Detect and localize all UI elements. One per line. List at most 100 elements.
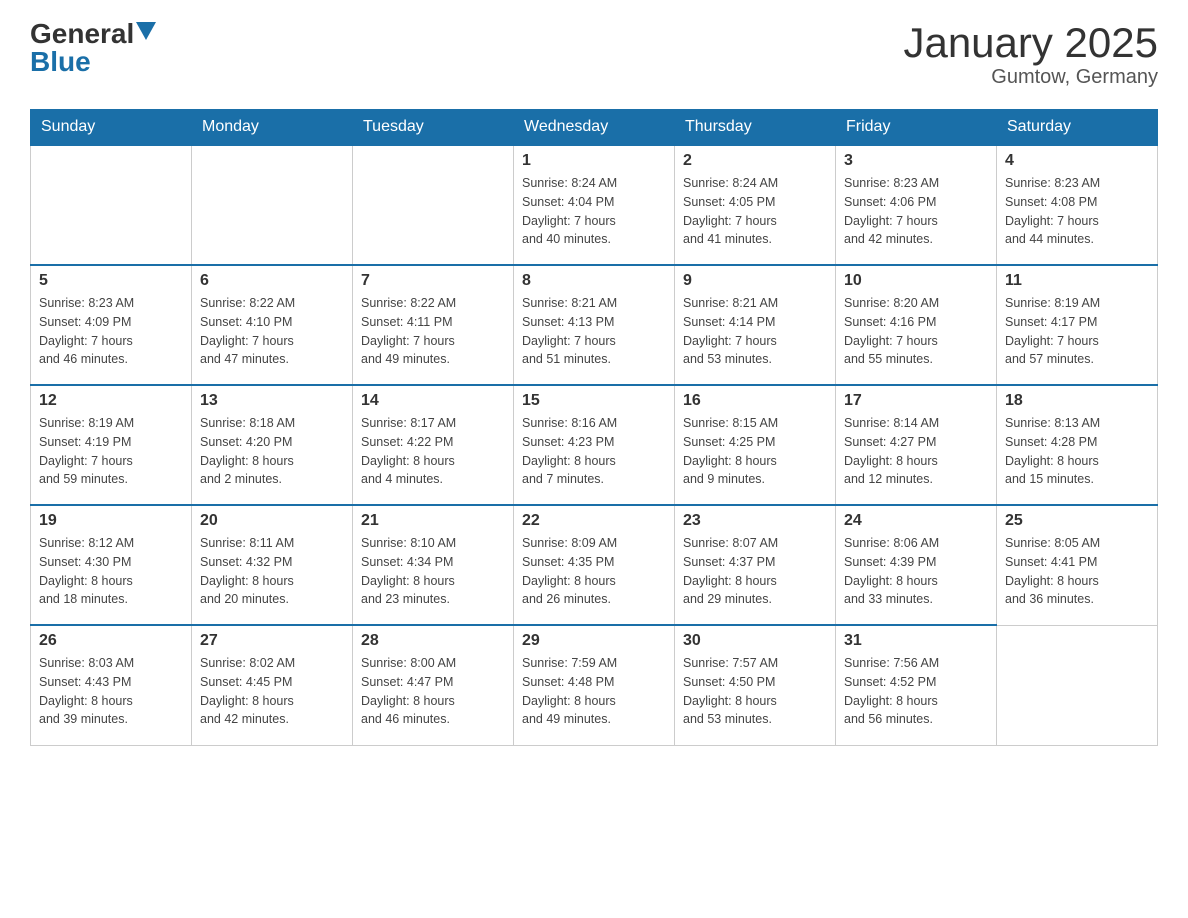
day-info: Sunrise: 8:22 AM Sunset: 4:10 PM Dayligh…	[200, 294, 344, 369]
day-info: Sunrise: 8:23 AM Sunset: 4:09 PM Dayligh…	[39, 294, 183, 369]
calendar-cell: 19 Sunrise: 8:12 AM Sunset: 4:30 PM Dayli…	[31, 505, 192, 625]
col-header-saturday: Saturday	[997, 110, 1158, 146]
day-number: 15	[522, 392, 666, 410]
day-number: 19	[39, 512, 183, 530]
day-number: 17	[844, 392, 988, 410]
day-number: 13	[200, 392, 344, 410]
calendar-cell: 2 Sunrise: 8:24 AM Sunset: 4:05 PM Daylig…	[675, 145, 836, 265]
calendar-header: SundayMondayTuesdayWednesdayThursdayFrid…	[31, 110, 1158, 146]
day-info: Sunrise: 8:02 AM Sunset: 4:45 PM Dayligh…	[200, 654, 344, 729]
day-info: Sunrise: 7:59 AM Sunset: 4:48 PM Dayligh…	[522, 654, 666, 729]
calendar-cell: 6Sunrise: 8:22 AM Sunset: 4:10 PM Daylig…	[192, 265, 353, 385]
day-info: Sunrise: 7:57 AM Sunset: 4:50 PM Dayligh…	[683, 654, 827, 729]
calendar-cell: 23 Sunrise: 8:07 AM Sunset: 4:37 PM Dayli…	[675, 505, 836, 625]
day-info: Sunrise: 8:11 AM Sunset: 4:32 PM Dayligh…	[200, 534, 344, 609]
day-number: 25	[1005, 512, 1149, 530]
day-info: Sunrise: 8:21 AM Sunset: 4:14 PM Dayligh…	[683, 294, 827, 369]
calendar-cell: 4 Sunrise: 8:23 AM Sunset: 4:08 PM Daylig…	[997, 145, 1158, 265]
day-number: 18	[1005, 392, 1149, 410]
day-number: 5	[39, 272, 183, 290]
calendar-cell: 8 Sunrise: 8:21 AM Sunset: 4:13 PM Daylig…	[514, 265, 675, 385]
page-header: General Blue January 2025 Gumtow, German…	[30, 20, 1158, 89]
day-number: 20	[200, 512, 344, 530]
calendar-cell: 22 Sunrise: 8:09 AM Sunset: 4:35 PM Dayli…	[514, 505, 675, 625]
calendar-cell: 26 Sunrise: 8:03 AM Sunset: 4:43 PM Dayli…	[31, 625, 192, 745]
calendar-cell: 12 Sunrise: 8:19 AM Sunset: 4:19 PM Dayli…	[31, 385, 192, 505]
day-number: 28	[361, 632, 505, 650]
day-info: Sunrise: 8:23 AM Sunset: 4:08 PM Dayligh…	[1005, 174, 1149, 249]
day-info: Sunrise: 8:24 AM Sunset: 4:04 PM Dayligh…	[522, 174, 666, 249]
calendar-cell: 25 Sunrise: 8:05 AM Sunset: 4:41 PM Dayli…	[997, 505, 1158, 625]
day-number: 23	[683, 512, 827, 530]
calendar-cell: 15 Sunrise: 8:16 AM Sunset: 4:23 PM Dayli…	[514, 385, 675, 505]
day-number: 14	[361, 392, 505, 410]
logo-general-text: General	[30, 20, 134, 48]
day-info: Sunrise: 8:09 AM Sunset: 4:35 PM Dayligh…	[522, 534, 666, 609]
day-info: Sunrise: 8:20 AM Sunset: 4:16 PM Dayligh…	[844, 294, 988, 369]
day-number: 16	[683, 392, 827, 410]
col-header-wednesday: Wednesday	[514, 110, 675, 146]
col-header-friday: Friday	[836, 110, 997, 146]
calendar-cell: 5 Sunrise: 8:23 AM Sunset: 4:09 PM Daylig…	[31, 265, 192, 385]
day-info: Sunrise: 8:03 AM Sunset: 4:43 PM Dayligh…	[39, 654, 183, 729]
day-info: Sunrise: 8:07 AM Sunset: 4:37 PM Dayligh…	[683, 534, 827, 609]
calendar-cell: 7Sunrise: 8:22 AM Sunset: 4:11 PM Daylig…	[353, 265, 514, 385]
calendar-cell: 28 Sunrise: 8:00 AM Sunset: 4:47 PM Dayli…	[353, 625, 514, 745]
day-info: Sunrise: 8:17 AM Sunset: 4:22 PM Dayligh…	[361, 414, 505, 489]
day-info: Sunrise: 8:10 AM Sunset: 4:34 PM Dayligh…	[361, 534, 505, 609]
calendar-cell: 9 Sunrise: 8:21 AM Sunset: 4:14 PM Daylig…	[675, 265, 836, 385]
day-info: Sunrise: 8:18 AM Sunset: 4:20 PM Dayligh…	[200, 414, 344, 489]
calendar-cell: 14 Sunrise: 8:17 AM Sunset: 4:22 PM Dayli…	[353, 385, 514, 505]
day-info: Sunrise: 8:15 AM Sunset: 4:25 PM Dayligh…	[683, 414, 827, 489]
calendar-cell	[997, 625, 1158, 745]
day-number: 9	[683, 272, 827, 290]
day-info: Sunrise: 8:19 AM Sunset: 4:17 PM Dayligh…	[1005, 294, 1149, 369]
day-info: Sunrise: 8:06 AM Sunset: 4:39 PM Dayligh…	[844, 534, 988, 609]
calendar-cell: 31Sunrise: 7:56 AM Sunset: 4:52 PM Dayli…	[836, 625, 997, 745]
day-number: 31	[844, 632, 988, 650]
day-number: 12	[39, 392, 183, 410]
calendar-cell	[353, 145, 514, 265]
calendar-cell: 11 Sunrise: 8:19 AM Sunset: 4:17 PM Dayli…	[997, 265, 1158, 385]
logo-triangle-icon	[136, 22, 156, 40]
day-number: 30	[683, 632, 827, 650]
day-info: Sunrise: 8:24 AM Sunset: 4:05 PM Dayligh…	[683, 174, 827, 249]
logo-blue-text: Blue	[30, 46, 91, 77]
day-info: Sunrise: 8:21 AM Sunset: 4:13 PM Dayligh…	[522, 294, 666, 369]
calendar-cell: 21Sunrise: 8:10 AM Sunset: 4:34 PM Dayli…	[353, 505, 514, 625]
calendar-cell	[192, 145, 353, 265]
calendar-cell: 10Sunrise: 8:20 AM Sunset: 4:16 PM Dayli…	[836, 265, 997, 385]
day-info: Sunrise: 8:16 AM Sunset: 4:23 PM Dayligh…	[522, 414, 666, 489]
calendar-cell	[31, 145, 192, 265]
day-number: 11	[1005, 272, 1149, 290]
day-number: 1	[522, 152, 666, 170]
day-number: 24	[844, 512, 988, 530]
col-header-tuesday: Tuesday	[353, 110, 514, 146]
day-info: Sunrise: 8:12 AM Sunset: 4:30 PM Dayligh…	[39, 534, 183, 609]
calendar-cell: 30 Sunrise: 7:57 AM Sunset: 4:50 PM Dayli…	[675, 625, 836, 745]
col-header-sunday: Sunday	[31, 110, 192, 146]
calendar-cell: 27 Sunrise: 8:02 AM Sunset: 4:45 PM Dayli…	[192, 625, 353, 745]
day-info: Sunrise: 8:14 AM Sunset: 4:27 PM Dayligh…	[844, 414, 988, 489]
day-number: 8	[522, 272, 666, 290]
day-number: 4	[1005, 152, 1149, 170]
day-number: 22	[522, 512, 666, 530]
calendar-cell: 1 Sunrise: 8:24 AM Sunset: 4:04 PM Daylig…	[514, 145, 675, 265]
calendar-cell: 3Sunrise: 8:23 AM Sunset: 4:06 PM Daylig…	[836, 145, 997, 265]
calendar-subtitle: Gumtow, Germany	[903, 66, 1158, 89]
day-number: 2	[683, 152, 827, 170]
day-info: Sunrise: 8:05 AM Sunset: 4:41 PM Dayligh…	[1005, 534, 1149, 609]
logo: General Blue	[30, 20, 156, 76]
day-number: 26	[39, 632, 183, 650]
calendar-title: January 2025	[903, 20, 1158, 66]
day-info: Sunrise: 8:00 AM Sunset: 4:47 PM Dayligh…	[361, 654, 505, 729]
day-info: Sunrise: 8:22 AM Sunset: 4:11 PM Dayligh…	[361, 294, 505, 369]
calendar-cell: 24 Sunrise: 8:06 AM Sunset: 4:39 PM Dayli…	[836, 505, 997, 625]
calendar-cell: 13 Sunrise: 8:18 AM Sunset: 4:20 PM Dayli…	[192, 385, 353, 505]
calendar-cell: 20 Sunrise: 8:11 AM Sunset: 4:32 PM Dayli…	[192, 505, 353, 625]
day-info: Sunrise: 8:19 AM Sunset: 4:19 PM Dayligh…	[39, 414, 183, 489]
calendar-cell: 29 Sunrise: 7:59 AM Sunset: 4:48 PM Dayli…	[514, 625, 675, 745]
day-number: 29	[522, 632, 666, 650]
day-info: Sunrise: 8:13 AM Sunset: 4:28 PM Dayligh…	[1005, 414, 1149, 489]
day-number: 27	[200, 632, 344, 650]
